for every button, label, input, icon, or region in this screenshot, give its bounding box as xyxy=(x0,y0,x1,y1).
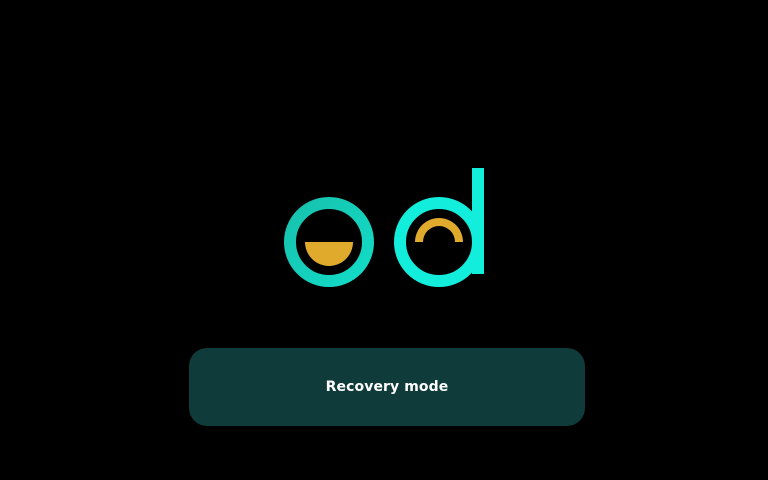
recovery-mode-label: Recovery mode xyxy=(325,379,449,395)
logo-d-arc xyxy=(415,218,463,242)
logo-p-smile xyxy=(305,242,353,266)
logo-letter-d xyxy=(394,168,484,287)
recovery-mode-button[interactable]: Recovery mode xyxy=(189,348,585,426)
boot-screen: Recovery mode xyxy=(0,0,768,480)
logo-letter-p xyxy=(284,197,375,312)
pd-logo-icon xyxy=(284,168,484,312)
